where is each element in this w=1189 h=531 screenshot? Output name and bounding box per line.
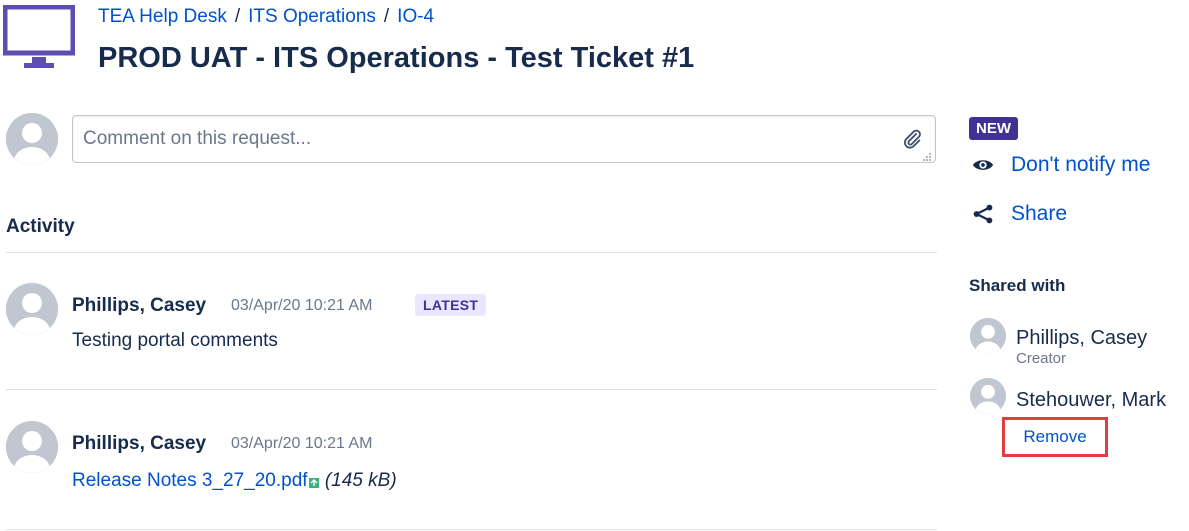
shared-user-avatar [970,318,1006,354]
comment-author[interactable]: Phillips, Casey [72,433,206,455]
page-title: PROD UAT - ITS Operations - Test Ticket … [98,42,695,74]
comment-input[interactable] [73,116,873,162]
current-user-avatar [6,113,58,165]
pdf-file-icon [308,473,320,488]
comment-field[interactable] [72,115,936,163]
breadcrumb: TEA Help Desk / ITS Operations / IO-4 [98,6,434,28]
breadcrumb-separator: / [234,6,241,27]
comment-timestamp: 03/Apr/20 10:21 AM [231,297,373,314]
latest-badge: LATEST [415,294,487,316]
resize-handle-icon[interactable] [922,149,932,161]
divider [6,252,937,253]
breadcrumb-service-desk[interactable]: TEA Help Desk [98,6,227,27]
comment-timestamp: 03/Apr/20 10:21 AM [231,435,373,452]
breadcrumb-separator: / [383,6,390,27]
shared-user-name: Stehouwer, Mark [1016,389,1167,411]
shared-user-role: Creator [1016,350,1067,367]
comment-text: Testing portal comments [72,330,278,351]
attachment-size: (145 kB) [324,470,397,491]
share-label: Share [1011,202,1068,225]
project-monitor-icon [2,4,76,73]
share-icon [969,202,997,226]
status-badge: NEW [969,117,1018,140]
notify-toggle-button[interactable]: Don't notify me [969,153,1150,177]
paperclip-icon[interactable] [901,128,923,150]
comment-author-avatar [6,283,58,335]
comment-author[interactable]: Phillips, Casey [72,295,206,317]
attachment-row: Release Notes 3_27_20.pdf (145 kB) [72,470,397,492]
divider [6,529,937,530]
eye-icon [969,153,997,177]
breadcrumb-issue-key[interactable]: IO-4 [397,6,434,27]
shared-user-avatar [970,378,1006,414]
shared-with-heading: Shared with [969,276,1066,295]
shared-user-name: Phillips, Casey [1016,327,1148,349]
divider [6,389,937,390]
activity-heading: Activity [6,216,75,237]
share-button[interactable]: Share [969,202,1067,226]
remove-participant-link[interactable]: Remove [1002,417,1108,457]
notify-label: Don't notify me [1011,153,1151,176]
comment-author-avatar [6,421,58,473]
attachment-link[interactable]: Release Notes 3_27_20.pdf [72,470,308,491]
breadcrumb-request-type[interactable]: ITS Operations [248,6,376,27]
